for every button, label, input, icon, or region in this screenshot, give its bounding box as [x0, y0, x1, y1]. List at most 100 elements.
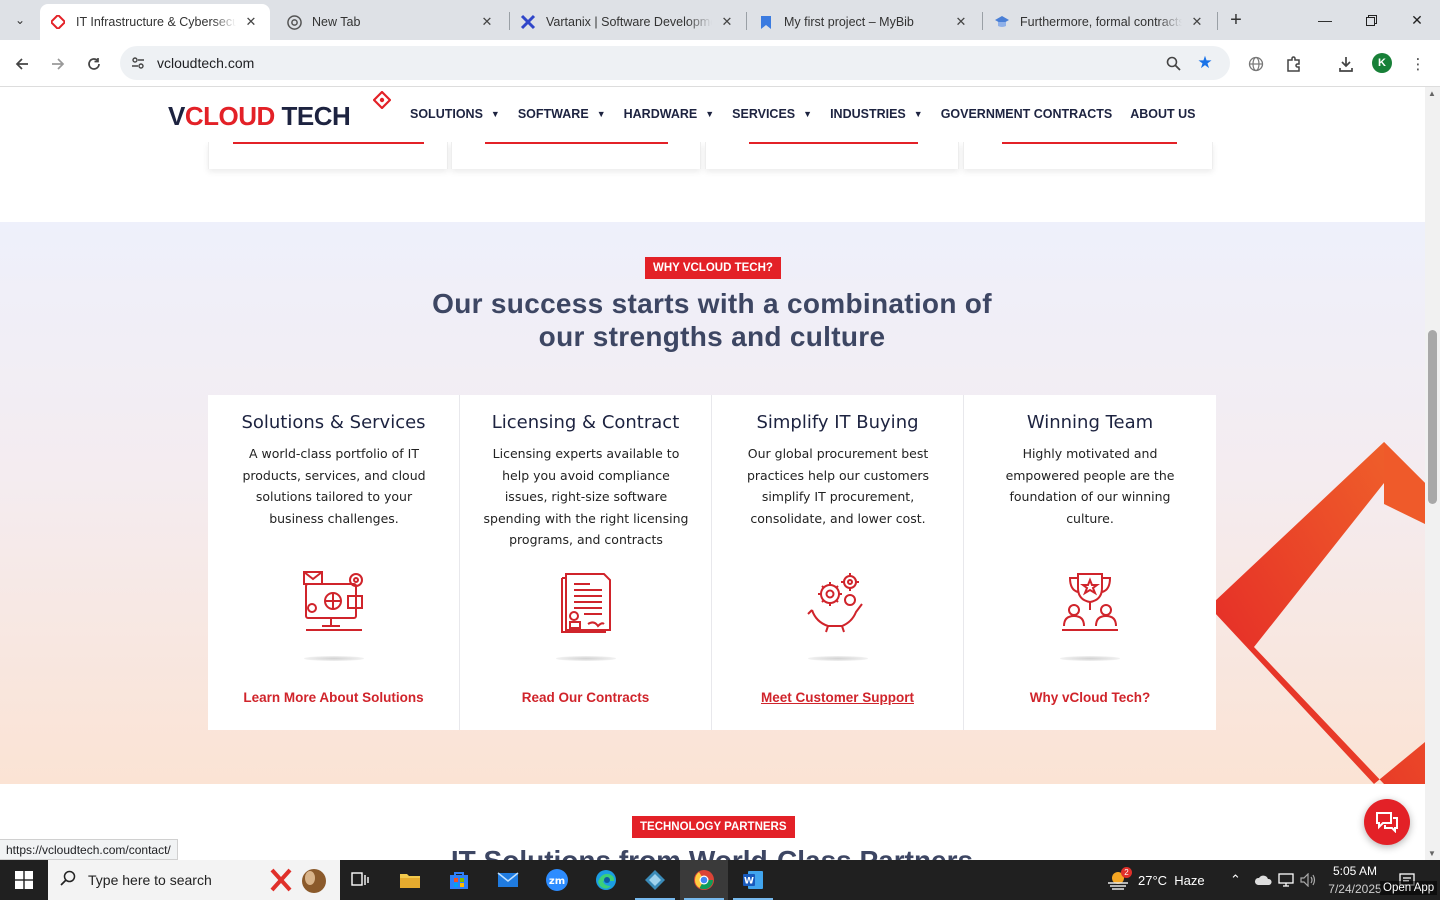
close-tab-icon[interactable]: ✕	[718, 13, 736, 31]
vcloudtech-logo[interactable]: VCLOUD TECH	[168, 91, 392, 135]
card-accent-bar	[485, 142, 668, 144]
reload-button[interactable]	[80, 50, 108, 78]
downloads-icon[interactable]	[1334, 52, 1358, 76]
why-title-line2: our strengths and culture	[538, 321, 886, 352]
meet-customer-support-link[interactable]: Meet Customer Support	[712, 690, 963, 705]
close-tab-icon[interactable]: ✕	[1188, 13, 1206, 31]
store-bag-icon	[450, 872, 468, 889]
word-app[interactable]: W	[729, 860, 777, 900]
microsoft-store-app[interactable]	[435, 860, 483, 900]
tray-overflow-button[interactable]: ⌃	[1230, 860, 1241, 900]
menu-government-contracts[interactable]: GOVERNMENT CONTRACTS	[941, 107, 1113, 121]
word-w-icon: W	[743, 871, 763, 889]
dev-app[interactable]	[631, 860, 679, 900]
weather-widget[interactable]: 2 27°C Haze	[1106, 860, 1205, 900]
tab-vartanix[interactable]: Vartanix | Software Development ✕	[510, 4, 746, 40]
why-vcloud-tech-link[interactable]: Why vCloud Tech?	[964, 690, 1216, 705]
edge-app[interactable]	[582, 860, 630, 900]
network-tray[interactable]	[1278, 860, 1294, 900]
scrollbar-thumb[interactable]	[1428, 330, 1437, 504]
read-our-contracts-link[interactable]: Read Our Contracts	[460, 690, 711, 705]
bookmark-star-icon[interactable]: ★	[1194, 52, 1216, 74]
menu-software[interactable]: SOFTWARE ▼	[518, 107, 606, 121]
clock-date: 7/24/2025	[1328, 882, 1382, 896]
speaker-icon	[1300, 873, 1316, 887]
menu-solutions[interactable]: SOLUTIONS ▼	[410, 107, 500, 121]
vcloudtech-favicon-icon	[50, 14, 66, 30]
search-highlight-art	[270, 868, 326, 893]
back-button[interactable]	[8, 50, 36, 78]
link-text: Why vCloud Tech?	[1029, 690, 1151, 705]
tab-search-button[interactable]: ⌄	[6, 6, 34, 34]
chrome-menu-icon[interactable]: ⋮	[1406, 52, 1430, 76]
taskbar-search-box[interactable]: Type here to search	[48, 860, 340, 900]
caret-down-icon: ▼	[705, 109, 715, 119]
extensions-puzzle-icon[interactable]	[1281, 52, 1305, 76]
card-text: Licensing experts available to help you …	[483, 446, 689, 547]
main-menu: SOLUTIONS ▼ SOFTWARE ▼ HARDWARE ▼ SERVICES ▼…	[410, 107, 1214, 121]
forward-button[interactable]	[44, 50, 72, 78]
system-clock[interactable]: 5:05 AM 7/24/2025	[1322, 862, 1388, 898]
logo-tech: TECH	[274, 101, 351, 131]
tab-title: Furthermore, formal contracts c	[1020, 15, 1182, 29]
close-tab-icon[interactable]: ✕	[242, 13, 260, 31]
network-icon	[1278, 873, 1294, 887]
zoom-zm-icon: zm	[546, 869, 568, 891]
task-view-button[interactable]	[336, 860, 384, 900]
tab-vcloudtech[interactable]: IT Infrastructure & Cybersecurity ✕	[40, 4, 270, 40]
volume-tray[interactable]	[1300, 860, 1318, 900]
forward-arrow-icon	[52, 58, 65, 70]
restore-button[interactable]	[1348, 0, 1394, 40]
menu-about-us[interactable]: ABOUT US	[1130, 107, 1195, 121]
tab-new-tab[interactable]: New Tab ✕	[276, 4, 506, 40]
tab-furthermore[interactable]: Furthermore, formal contracts c ✕	[984, 4, 1216, 40]
zoom-icon[interactable]	[1162, 52, 1184, 74]
tab-title: IT Infrastructure & Cybersecurity	[76, 15, 236, 29]
close-tab-icon[interactable]: ✕	[952, 13, 970, 31]
minimize-button[interactable]: —	[1302, 0, 1348, 40]
menu-label: SOFTWARE	[517, 107, 589, 121]
search-icon	[48, 870, 88, 891]
site-info-icon[interactable]	[126, 51, 150, 75]
card-simplify-it-buying: Simplify IT Buying Our global procuremen…	[712, 395, 964, 730]
svg-text:W: W	[744, 877, 754, 887]
menu-industries[interactable]: INDUSTRIES ▼	[830, 107, 923, 121]
previous-card	[451, 142, 701, 169]
translate-globe-icon[interactable]	[1244, 52, 1268, 76]
tab-mybib[interactable]: My first project – MyBib ✕	[748, 4, 980, 40]
close-window-button[interactable]: ✕	[1394, 0, 1440, 40]
caret-down-icon: ▼	[596, 109, 606, 119]
menu-services[interactable]: SERVICES ▼	[732, 107, 812, 121]
mail-app[interactable]	[484, 860, 532, 900]
file-explorer-app[interactable]	[386, 860, 434, 900]
menu-label: SERVICES	[732, 107, 796, 121]
scroll-down-icon[interactable]: ▼	[1428, 849, 1436, 858]
scroll-up-icon[interactable]: ▲	[1428, 89, 1436, 98]
address-bar[interactable]: vcloudtech.com ★	[120, 46, 1230, 80]
link-text: Learn More About Solutions	[243, 690, 424, 705]
chat-button[interactable]	[1364, 799, 1410, 845]
tab-title: My first project – MyBib	[784, 15, 914, 29]
start-button[interactable]	[0, 860, 48, 900]
previous-card	[705, 142, 959, 169]
page-scrollbar[interactable]: ▲ ▼	[1425, 87, 1440, 860]
zoom-app[interactable]: zm	[533, 860, 581, 900]
menu-label: ABOUT US	[1130, 107, 1196, 121]
open-app-overlay[interactable]: Open App	[1380, 881, 1438, 895]
onedrive-tray[interactable]	[1254, 860, 1272, 900]
tab-separator	[1217, 12, 1218, 30]
tab-separator	[746, 12, 747, 30]
caret-down-icon: ▼	[913, 109, 923, 119]
close-tab-icon[interactable]: ✕	[478, 13, 496, 31]
chrome-app[interactable]	[680, 860, 728, 900]
icon-shadow	[556, 656, 616, 661]
task-view-icon	[351, 872, 369, 886]
diamond-app-icon	[645, 870, 665, 890]
previous-section-cards	[208, 142, 1213, 169]
menu-hardware[interactable]: HARDWARE ▼	[624, 107, 715, 121]
learn-more-solutions-link[interactable]: Learn More About Solutions	[208, 690, 459, 705]
why-badge: WHY VCLOUD TECH?	[645, 257, 781, 279]
new-tab-button[interactable]: +	[1224, 8, 1248, 32]
profile-avatar[interactable]: K	[1372, 53, 1392, 73]
back-arrow-icon	[15, 58, 28, 70]
